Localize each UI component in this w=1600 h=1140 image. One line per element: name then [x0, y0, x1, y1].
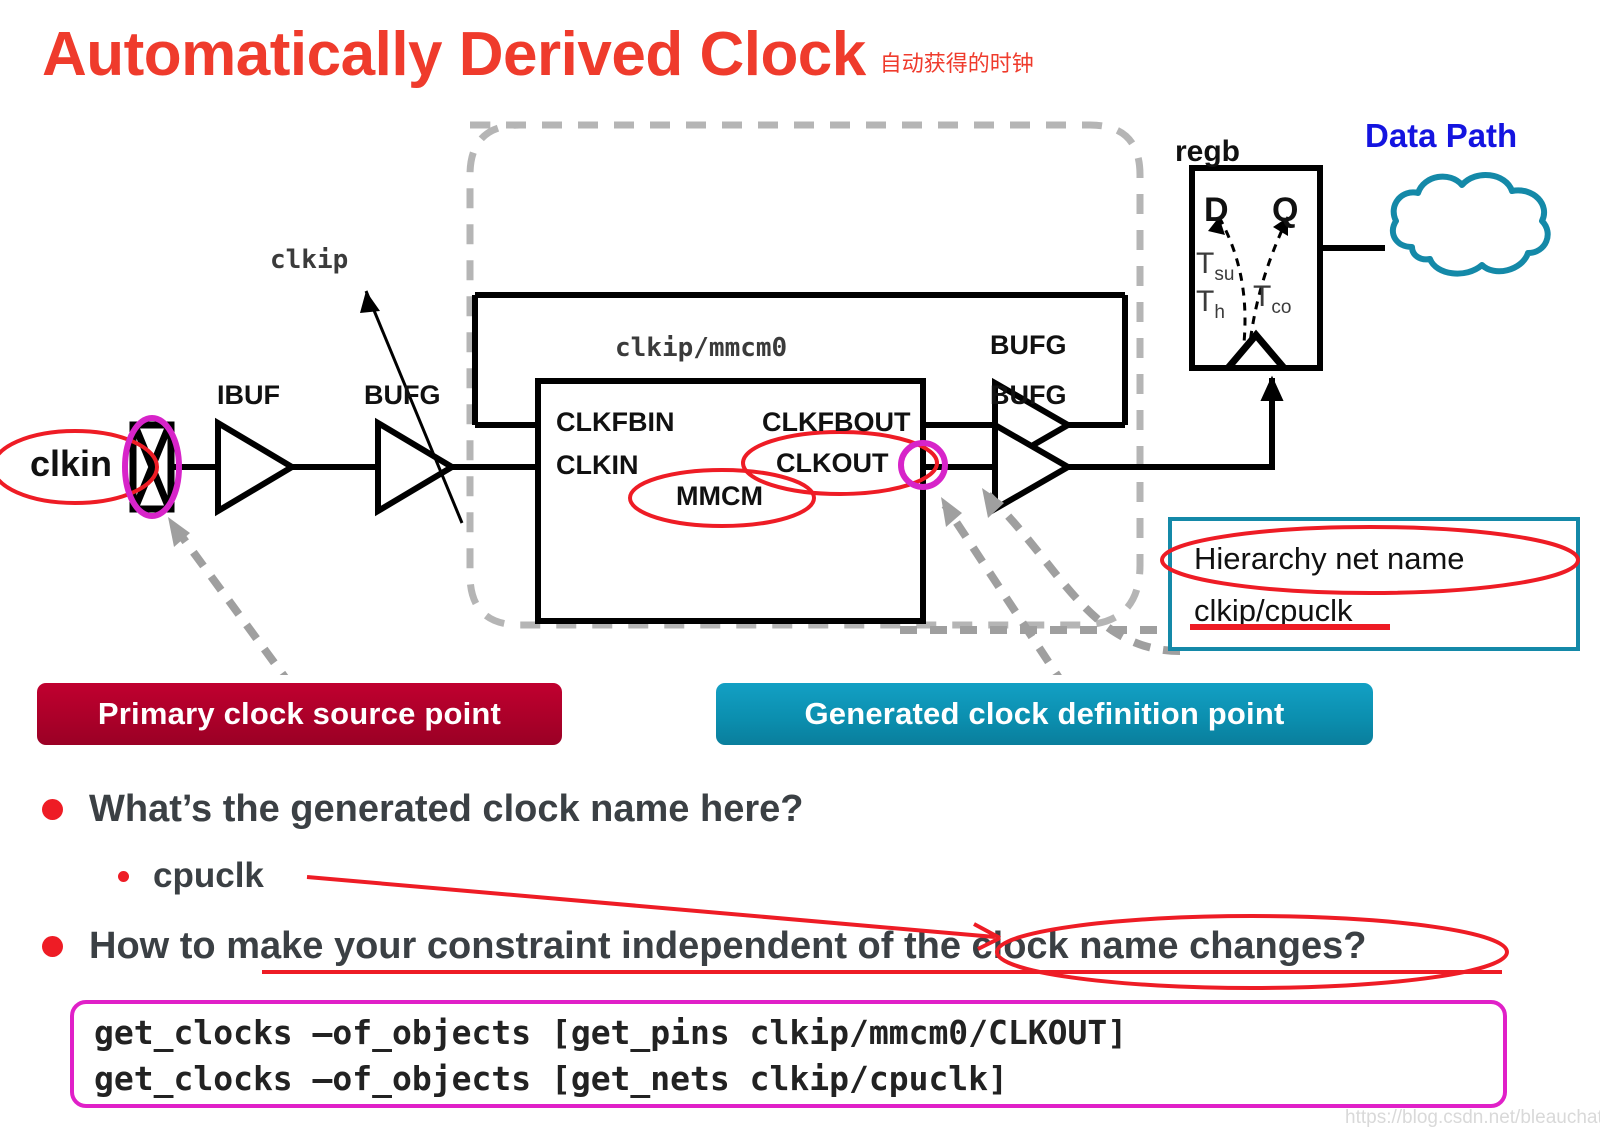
- clock-pin-arrowhead: [1260, 375, 1284, 401]
- watermark: https://blog.csdn.net/bleauchat: [1345, 1107, 1600, 1128]
- data-path-label: Data Path: [1365, 117, 1518, 154]
- page-subtitle-chinese: 自动获得的时钟: [879, 52, 1034, 77]
- primary-clock-source-banner: Primary clock source point: [37, 683, 562, 745]
- clkin-port-label: clkin: [30, 443, 113, 484]
- bullet-list: What’s the generated clock name here? cp…: [0, 770, 1600, 980]
- mmcm-pin-clkfbin: CLKFBIN: [556, 407, 675, 437]
- regb-pin-q: Q: [1272, 191, 1299, 229]
- clkip-label: clkip: [270, 245, 349, 275]
- mmcm-name-label: MMCM: [676, 481, 763, 511]
- tsu-label: Tsu: [1196, 247, 1235, 285]
- code-line-1: get_clocks –of_objects [get_pins clkip/m…: [94, 1013, 1128, 1052]
- regb-pin-d: D: [1204, 191, 1229, 229]
- hierarchy-box-title: Hierarchy net name: [1194, 541, 1465, 576]
- bullet-text-1-sub: cpuclk: [153, 856, 264, 895]
- primary-banner-arrowhead: [168, 517, 190, 547]
- bufg-output-label: BUFG: [990, 380, 1067, 410]
- bullet-dot-icon-2: [42, 936, 63, 957]
- data-path-cloud: [1389, 171, 1551, 277]
- tco-label: Tco: [1253, 280, 1292, 318]
- bufg-input-label: BUFG: [364, 380, 441, 410]
- mmcm-pin-clkfbout: CLKFBOUT: [762, 407, 911, 437]
- primary-banner-arrow-line: [168, 520, 289, 675]
- bullet-item-1-sub: cpuclk: [118, 856, 264, 896]
- code-line-2: get_clocks –of_objects [get_nets clkip/c…: [94, 1059, 1008, 1098]
- ibuf-symbol: [215, 417, 298, 517]
- bullet-sub-dot-icon: [118, 870, 129, 882]
- bullet-dot-icon: [42, 799, 63, 820]
- th-label: Th: [1196, 285, 1225, 323]
- ibuf-label: IBUF: [217, 380, 280, 410]
- bufg-input-symbol: [375, 417, 458, 517]
- title-row: Automatically Derived Clock 自动获得的时钟: [42, 0, 1342, 86]
- bufg-feedback-label: BUFG: [990, 330, 1067, 360]
- hierarchy-box-netname: clkip/cpuclk: [1194, 593, 1353, 628]
- bullet-item-1: What’s the generated clock name here?: [42, 788, 803, 831]
- bullet-item-2: How to make your constraint independent …: [42, 925, 1366, 968]
- mmcm-instance-label: clkip/mmcm0: [615, 333, 788, 363]
- tcl-code-box: get_clocks –of_objects [get_pins clkip/m…: [70, 1000, 1507, 1108]
- hierarchy-net-name-box: Hierarchy net name clkip/cpuclk: [1168, 517, 1580, 651]
- generated-clock-definition-banner: Generated clock definition point: [716, 683, 1373, 745]
- mmcm-pin-clkin: CLKIN: [556, 450, 639, 480]
- clkip-pointer-arrowhead: [360, 291, 380, 313]
- page-title: Automatically Derived Clock: [42, 20, 866, 89]
- mmcm-pin-clkout: CLKOUT: [776, 448, 889, 478]
- generated-banner-arrow-line: [941, 502, 1062, 675]
- bullet-text-1: What’s the generated clock name here?: [89, 788, 804, 830]
- regb-label: regb: [1175, 135, 1241, 168]
- bullet-text-2: How to make your constraint independent …: [89, 925, 1367, 967]
- slide-root: Automatically Derived Clock 自动获得的时钟 clki…: [0, 0, 1600, 1140]
